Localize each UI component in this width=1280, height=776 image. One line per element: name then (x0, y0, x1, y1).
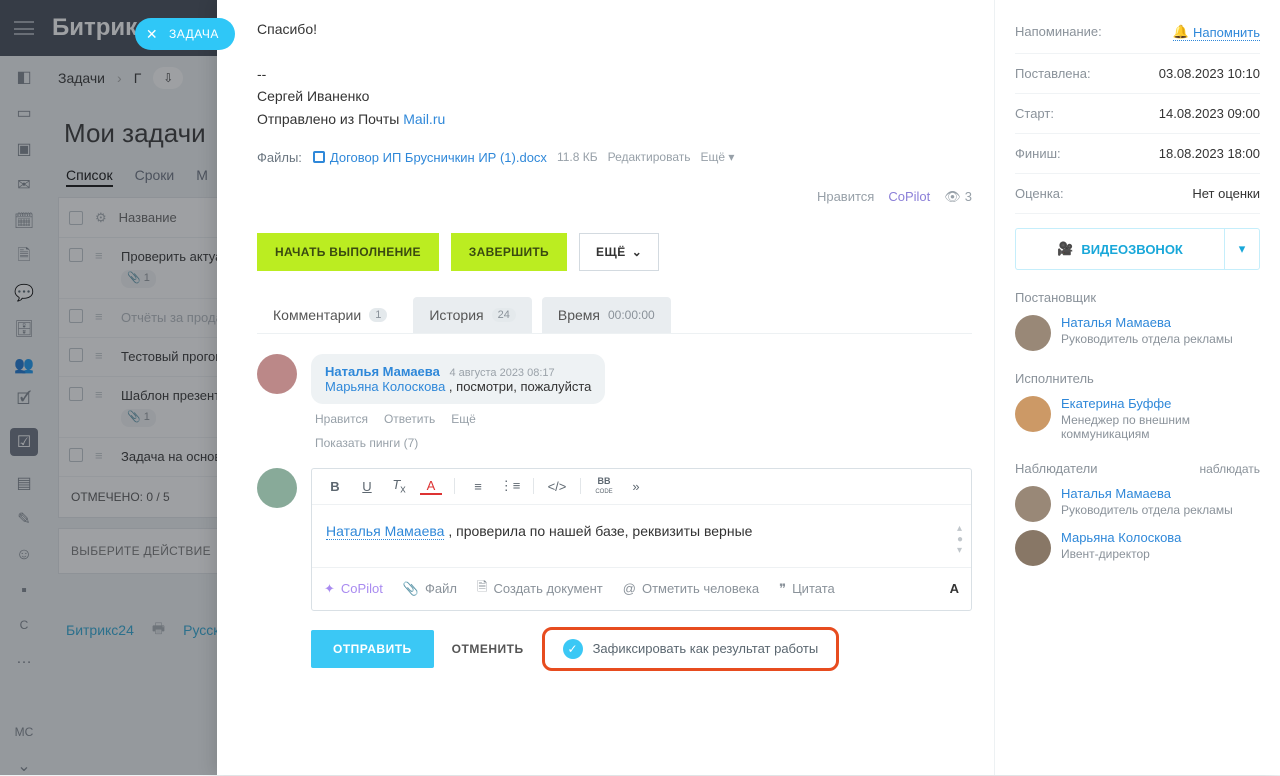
videocall-button[interactable]: 🎥ВИДЕОЗВОНОК (1015, 228, 1224, 270)
avatar (1015, 315, 1051, 351)
cancel-button[interactable]: ОТМЕНИТЬ (452, 642, 524, 656)
person-name[interactable]: Марьяна Колоскова (1061, 530, 1181, 545)
check-icon: ✓ (563, 639, 583, 659)
avatar (1015, 396, 1051, 432)
person-name[interactable]: Наталья Мамаева (1061, 315, 1233, 330)
start-button[interactable]: НАЧАТЬ ВЫПОЛНЕНИЕ (257, 233, 439, 271)
person-role: Руководитель отдела рекламы (1061, 503, 1233, 517)
underline-icon[interactable]: U (356, 479, 378, 494)
color-icon[interactable]: A (420, 478, 442, 495)
eye-icon: 👁 (944, 189, 961, 205)
views: 👁3 (944, 189, 972, 205)
person-name[interactable]: Екатерина Буффе (1061, 396, 1260, 411)
olist-icon[interactable]: ≡ (467, 479, 489, 494)
bold-icon[interactable]: B (324, 479, 346, 494)
camera-icon: 🎥 (1057, 241, 1073, 257)
side-heading: Наблюдатели (1015, 461, 1098, 476)
more-button[interactable]: ЕЩЁ⌄ (579, 233, 659, 271)
editor-toolbar: B U Tx A ≡ ⋮≡ </> BBCODE » (312, 469, 971, 505)
close-icon[interactable]: ✕ (143, 25, 161, 43)
copilot-link[interactable]: CoPilot (888, 189, 930, 205)
mention[interactable]: Марьяна Колоскова (325, 379, 445, 394)
bbcode-icon[interactable]: BBCODE (593, 477, 615, 495)
watch-link[interactable]: наблюдать (1199, 462, 1260, 476)
avatar (257, 354, 297, 394)
remind-link[interactable]: 🔔Напомнить (1173, 24, 1260, 41)
file-edit[interactable]: Редактировать (608, 150, 691, 164)
side-heading: Исполнитель (1015, 371, 1260, 386)
comment-like[interactable]: Нравится (315, 412, 368, 426)
message-line: Спасибо! (257, 18, 972, 40)
ulist-icon[interactable]: ⋮≡ (499, 478, 521, 494)
scroll-handle[interactable]: ▴●▾ (957, 523, 963, 556)
comment-bubble: Наталья Мамаева 4 августа 2023 08:17 Мар… (311, 354, 605, 404)
person-name[interactable]: Наталья Мамаева (1061, 486, 1233, 501)
file-link[interactable]: Договор ИП Брусничкин ИР (1).docx (312, 150, 547, 165)
finish-button[interactable]: ЗАВЕРШИТЬ (451, 233, 567, 271)
tab-comments[interactable]: Комментарии1 (257, 297, 403, 333)
avatar (257, 468, 297, 508)
files-label: Файлы: (257, 150, 302, 165)
comment-author[interactable]: Наталья Мамаева (325, 364, 440, 379)
mail-link[interactable]: Mail.ru (403, 111, 445, 127)
side-heading: Постановщик (1015, 290, 1260, 305)
comment-more[interactable]: Ещё (451, 412, 476, 426)
like-link[interactable]: Нравится (817, 189, 874, 205)
videocall-dropdown[interactable]: ▾ (1224, 228, 1260, 270)
code-icon[interactable]: </> (546, 479, 568, 494)
send-button[interactable]: ОТПРАВИТЬ (311, 630, 434, 668)
editor-input[interactable]: Наталья Мамаева , проверила по нашей баз… (312, 505, 971, 567)
bell-icon: 🔔 (1173, 24, 1189, 40)
chevron-down-icon: ⌄ (632, 245, 643, 259)
task-chip: ✕ ЗАДАЧА (135, 18, 235, 50)
message-line: -- (257, 63, 972, 85)
person-role: Руководитель отдела рекламы (1061, 332, 1233, 346)
attach-mention[interactable]: @ Отметить человека (623, 581, 759, 596)
fix-result-button[interactable]: ✓ Зафиксировать как результат работы (542, 627, 840, 671)
attach-copilot[interactable]: ✦ CoPilot (324, 581, 383, 597)
tab-time[interactable]: Время00:00:00 (542, 297, 671, 333)
person-role: Менеджер по внешним коммуникациям (1061, 413, 1260, 441)
comment-reply[interactable]: Ответить (384, 412, 435, 426)
file-more[interactable]: Ещё ▾ (701, 150, 735, 164)
avatar (1015, 486, 1051, 522)
avatar (1015, 530, 1051, 566)
file-size: 11.8 КБ (557, 150, 598, 164)
show-pings[interactable]: Показать пинги (7) (315, 436, 605, 450)
message-sender: Сергей Иваненко (257, 85, 972, 107)
attach-file[interactable]: 📎 Файл (403, 581, 457, 597)
font-icon[interactable]: A (950, 581, 959, 596)
expand-icon[interactable]: » (625, 479, 647, 494)
strike-icon[interactable]: Tx (388, 477, 410, 496)
comment-date: 4 августа 2023 08:17 (449, 367, 554, 379)
message-sent: Отправлено из Почты Mail.ru (257, 108, 972, 130)
attach-quote[interactable]: ❞ Цитата (779, 581, 835, 597)
tab-history[interactable]: История24 (413, 297, 532, 333)
person-role: Ивент-директор (1061, 547, 1181, 561)
attach-doc[interactable]: 🗎 Создать документ (477, 578, 603, 600)
